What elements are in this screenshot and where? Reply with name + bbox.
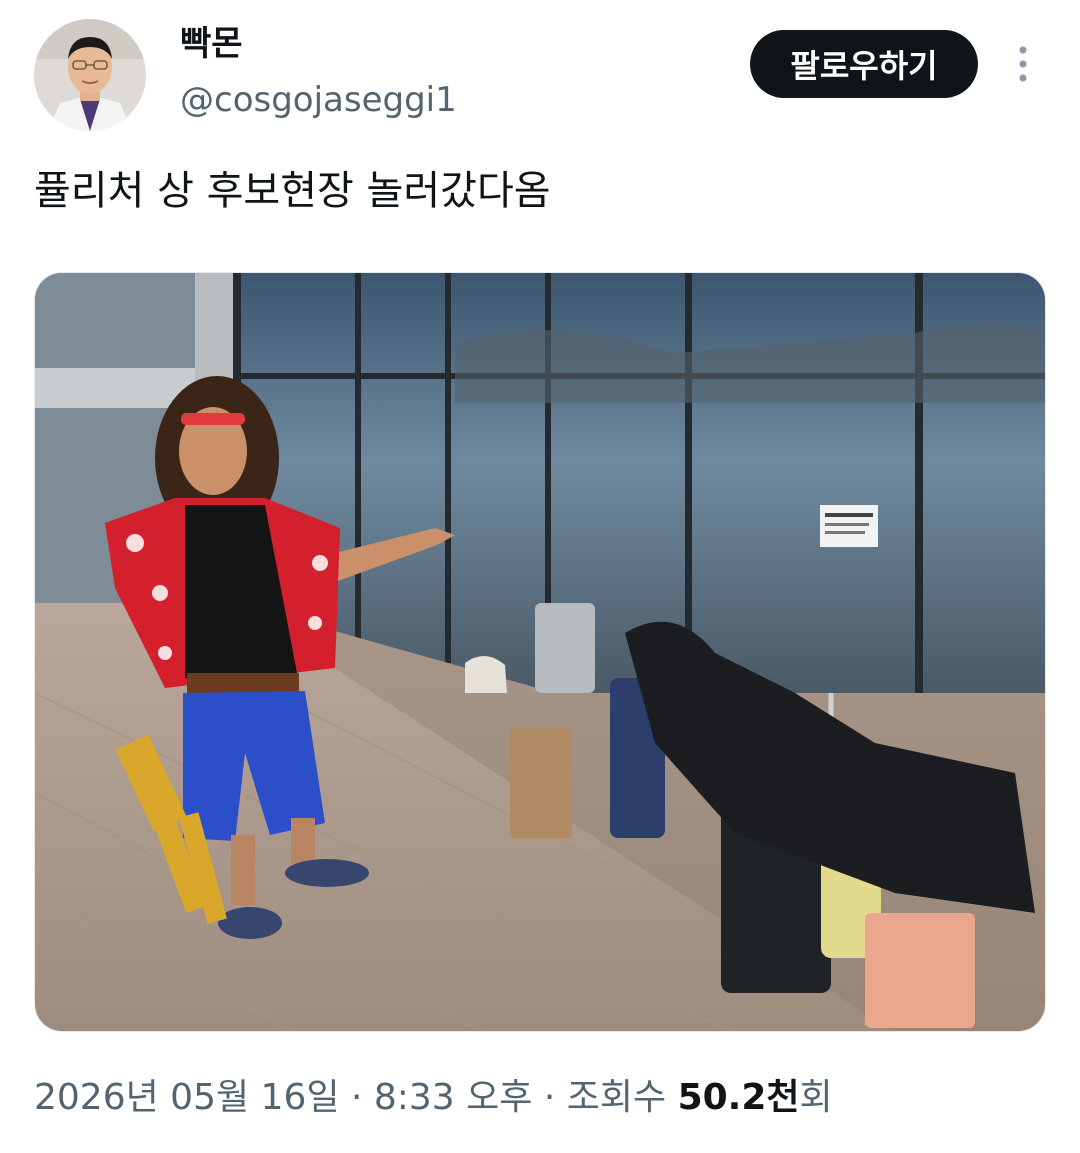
tweet-text: 퓰리처 상 후보현장 놀러갔다옴	[34, 168, 551, 214]
tweet-time[interactable]: 8:33 오후	[374, 1077, 533, 1118]
avatar-photo-icon	[34, 19, 146, 131]
author-display-name[interactable]: 빡몬	[180, 22, 243, 66]
author-handle[interactable]: @cosgojaseggi1	[180, 78, 457, 122]
tweet-media-photo[interactable]	[34, 272, 1046, 1032]
views-value: 50.2천	[677, 1077, 800, 1118]
author-avatar[interactable]	[34, 19, 146, 131]
tweet-date[interactable]: 2026년 05월 16일	[34, 1077, 339, 1118]
tweet-meta: 2026년 05월 16일 · 8:33 오후 · 조회수 50.2천회	[34, 1072, 833, 1124]
vertical-ellipsis-icon	[1019, 46, 1027, 82]
views-suffix: 회	[799, 1077, 833, 1118]
views-label: 조회수	[566, 1077, 667, 1118]
photo-icon	[35, 273, 1045, 1031]
meta-separator: ·	[543, 1077, 556, 1118]
more-options-button[interactable]	[1000, 40, 1046, 88]
meta-separator: ·	[350, 1077, 363, 1118]
follow-button[interactable]: 팔로우하기	[750, 30, 978, 98]
